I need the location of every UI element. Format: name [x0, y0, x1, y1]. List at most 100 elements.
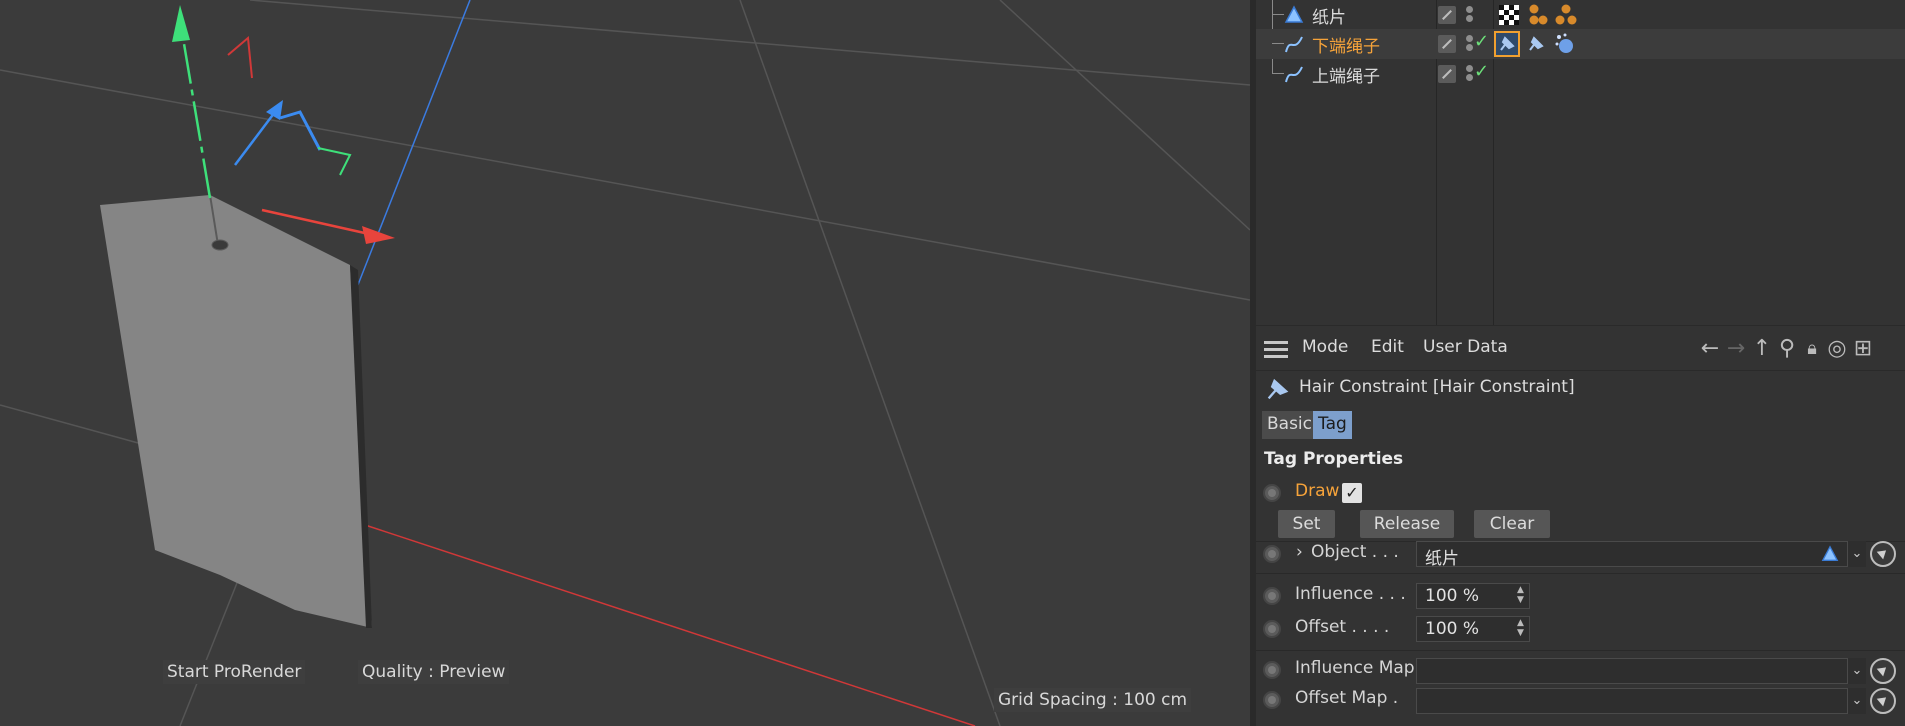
clear-button[interactable]: Clear: [1474, 510, 1550, 538]
spline-icon: [1285, 36, 1303, 53]
object-name[interactable]: 下端绳子: [1312, 32, 1380, 57]
object-label: Object . . .: [1311, 542, 1399, 562]
object-row[interactable]: 纸片: [1256, 0, 1905, 30]
attribute-title: Hair Constraint [Hair Constraint]: [1299, 377, 1575, 397]
attribute-manager: Mode Edit User Data ← → ↑ ⚲ 🔒︎ ◎ ⊞ Hair …: [1256, 327, 1905, 726]
expand-chevron-icon[interactable]: ›: [1296, 542, 1303, 562]
influence-input[interactable]: 100 % ▲ ▼: [1416, 583, 1530, 609]
animate-radio-influence[interactable]: [1263, 587, 1281, 605]
hair-constraint-tag-icon[interactable]: [1494, 31, 1520, 57]
menu-user-data[interactable]: User Data: [1423, 337, 1508, 357]
attribute-title-row: Hair Constraint [Hair Constraint]: [1256, 371, 1905, 405]
polygon-object-icon: [1821, 545, 1839, 561]
object-link-value: 纸片: [1425, 549, 1459, 569]
section-heading: Tag Properties: [1264, 449, 1404, 469]
gizmo-y-axis: [178, 19, 212, 199]
hair-constraint-tag-icon[interactable]: [1524, 32, 1548, 56]
gizmo-x-arrow: [362, 226, 395, 244]
tab-basic[interactable]: Basic: [1262, 411, 1318, 439]
pick-object-icon[interactable]: [1870, 541, 1896, 567]
offset-value: 100 %: [1425, 619, 1480, 639]
object-row-selected[interactable]: 下端绳子 ✓: [1256, 29, 1905, 59]
object-link-field[interactable]: 纸片: [1416, 541, 1848, 569]
new-panel-icon[interactable]: ⊞: [1851, 337, 1875, 361]
grid-line: [999, 0, 1250, 231]
offset-input[interactable]: 100 % ▲ ▼: [1416, 616, 1530, 642]
grid-line: [739, 0, 1001, 726]
visibility-dots[interactable]: [1466, 33, 1474, 55]
separator: [1256, 573, 1905, 574]
enabled-check-icon[interactable]: ✓: [1474, 61, 1489, 82]
hair-constraint-icon: [1267, 378, 1289, 400]
tab-tag[interactable]: Tag: [1313, 411, 1352, 439]
layer-toggle[interactable]: [1438, 65, 1456, 83]
offset-label: Offset . . . .: [1295, 617, 1390, 637]
tree-line: [1272, 43, 1284, 44]
chevron-down-icon[interactable]: ⌄: [1848, 658, 1866, 684]
animate-radio-offset-map[interactable]: [1263, 691, 1281, 709]
menu-mode[interactable]: Mode: [1302, 337, 1348, 357]
animate-radio-draw[interactable]: [1263, 484, 1281, 502]
set-button[interactable]: Set: [1278, 510, 1335, 538]
grid-spacing-label: Grid Spacing : 100 cm: [994, 688, 1192, 712]
gizmo-plane-xy: [227, 36, 253, 79]
draw-label: Draw: [1295, 481, 1340, 501]
texture-tag-icon[interactable]: [1497, 3, 1521, 27]
animate-radio-object[interactable]: [1263, 545, 1281, 563]
offset-map-label: Offset Map .: [1295, 688, 1399, 708]
release-button[interactable]: Release: [1360, 510, 1454, 538]
forward-arrow-icon[interactable]: →: [1724, 337, 1748, 361]
object-name[interactable]: 纸片: [1312, 3, 1346, 28]
object-manager: 纸片 下端绳子 ✓ 上端绳子 ✓: [1256, 0, 1905, 326]
draw-checkbox[interactable]: ✓: [1342, 483, 1362, 503]
pick-object-icon[interactable]: [1870, 688, 1896, 714]
target-icon[interactable]: ◎: [1825, 337, 1849, 361]
paper-object: [100, 195, 372, 628]
right-panel: 纸片 下端绳子 ✓ 上端绳子 ✓ Mode Edit User Data ← →…: [1256, 0, 1905, 726]
up-arrow-icon[interactable]: ↑: [1750, 337, 1774, 361]
chevron-down-icon[interactable]: ⌄: [1848, 541, 1866, 567]
world-x-axis: [364, 524, 976, 726]
3d-viewport[interactable]: Start ProRender Quality : Preview Grid S…: [0, 0, 1250, 726]
spinner-arrows-icon[interactable]: ▲ ▼: [1517, 585, 1527, 607]
viewport-scene[interactable]: [0, 0, 1250, 726]
hair-dynamics-tag-icon[interactable]: [1553, 32, 1577, 56]
hair-collider-tag-icon[interactable]: [1554, 3, 1578, 27]
start-prorender-button[interactable]: Start ProRender: [163, 660, 306, 684]
gizmo-plane-xz: [317, 147, 352, 176]
lock-icon[interactable]: 🔒︎: [1800, 337, 1824, 361]
spline-icon: [1285, 66, 1303, 83]
gizmo-plane-yz: [279, 110, 322, 151]
pick-object-icon[interactable]: [1870, 658, 1896, 684]
hole: [211, 239, 229, 251]
visibility-dots[interactable]: [1466, 63, 1474, 85]
tree-line: [1272, 14, 1284, 15]
polygon-object-icon: [1284, 5, 1304, 23]
tree-line: [1272, 73, 1284, 74]
world-z-axis: [351, 0, 471, 301]
influence-map-field[interactable]: [1416, 658, 1848, 684]
object-row[interactable]: 上端绳子 ✓: [1256, 59, 1905, 89]
quality-label[interactable]: Quality : Preview: [358, 660, 510, 684]
object-name[interactable]: 上端绳子: [1312, 62, 1380, 87]
spinner-arrows-icon[interactable]: ▲ ▼: [1517, 618, 1527, 640]
animate-radio-influence-map[interactable]: [1263, 661, 1281, 679]
menu-edit[interactable]: Edit: [1371, 337, 1404, 357]
animate-radio-offset[interactable]: [1263, 620, 1281, 638]
influence-map-label: Influence Map: [1295, 658, 1415, 678]
visibility-dots[interactable]: [1466, 4, 1474, 26]
layer-toggle[interactable]: [1438, 6, 1456, 24]
chevron-down-icon[interactable]: ⌄: [1848, 688, 1866, 714]
influence-value: 100 %: [1425, 586, 1480, 606]
influence-label: Influence . . .: [1295, 584, 1406, 604]
search-icon[interactable]: ⚲: [1775, 337, 1799, 361]
grid-line: [249, 0, 1250, 86]
layer-toggle[interactable]: [1438, 35, 1456, 53]
separator: [1256, 650, 1905, 651]
hamburger-menu-icon[interactable]: [1264, 341, 1288, 359]
back-arrow-icon[interactable]: ←: [1698, 337, 1722, 361]
hair-collider-tag-icon[interactable]: [1526, 3, 1550, 27]
offset-map-field[interactable]: [1416, 688, 1848, 714]
gizmo-y-arrow: [172, 5, 190, 42]
enabled-check-icon[interactable]: ✓: [1474, 31, 1489, 52]
